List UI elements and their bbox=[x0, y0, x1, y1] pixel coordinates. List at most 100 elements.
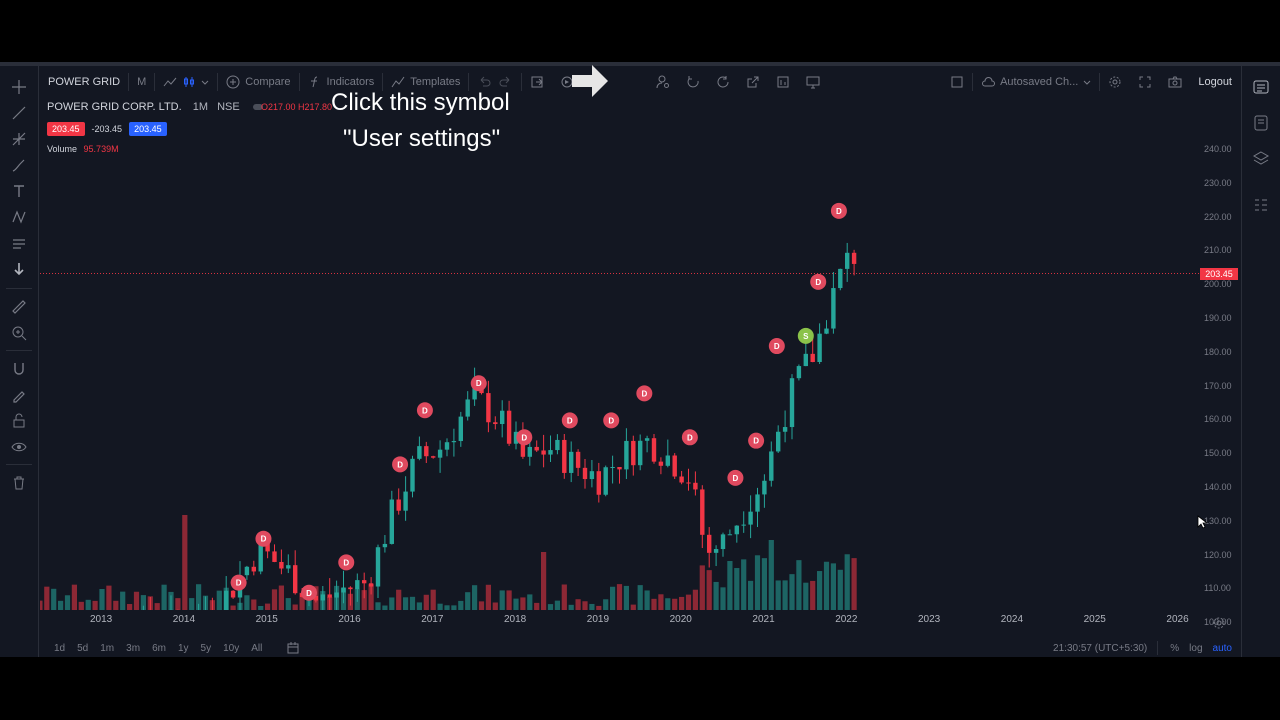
open-new-window-button[interactable] bbox=[738, 66, 768, 98]
price-axis-label: 180.00 bbox=[1204, 346, 1232, 357]
ask-badge[interactable]: 203.45 bbox=[129, 122, 167, 136]
price-axis[interactable]: 240.00 230.00 220.00 210.00 200.00 190.00 180.… bbox=[1200, 98, 1242, 627]
change-value: -203.45 bbox=[91, 124, 123, 134]
refresh-button[interactable] bbox=[708, 66, 738, 98]
time-axis[interactable]: 2013 2014 2015 2016 2017 2018 2019 2020 2021 2022… bbox=[40, 614, 1240, 630]
candle-body bbox=[776, 431, 781, 452]
range-button-6m[interactable]: 6m bbox=[146, 643, 172, 654]
candle-body bbox=[424, 446, 429, 457]
volume-bar bbox=[589, 603, 595, 610]
volume-bar bbox=[837, 569, 843, 610]
volume-bar bbox=[58, 600, 64, 610]
volume-bar bbox=[637, 585, 643, 610]
volume-bar bbox=[51, 588, 57, 610]
alerts-icon[interactable] bbox=[1252, 114, 1270, 132]
range-button-all[interactable]: All bbox=[245, 643, 268, 654]
axis-settings-gear-icon[interactable] bbox=[1212, 616, 1226, 630]
lock-icon[interactable] bbox=[10, 412, 28, 430]
symbol-search-button[interactable]: POWER GRID bbox=[40, 66, 128, 98]
data-window-button[interactable] bbox=[768, 66, 798, 98]
volume-bar bbox=[237, 602, 243, 610]
candle-body bbox=[700, 489, 705, 535]
arrow-down-icon[interactable] bbox=[10, 260, 28, 278]
autosave-label: Autosaved Ch... bbox=[1000, 76, 1079, 88]
dividend-marker-label: D bbox=[397, 460, 403, 469]
auto-toggle[interactable]: auto bbox=[1213, 643, 1232, 654]
range-button-10y[interactable]: 10y bbox=[217, 643, 245, 654]
logout-label: Logout bbox=[1198, 76, 1232, 88]
bid-badge[interactable]: 203.45 bbox=[47, 122, 85, 136]
dividend-marker-label: D bbox=[815, 278, 821, 287]
save-layout-button[interactable]: Autosaved Ch... bbox=[973, 66, 1099, 98]
candle-body bbox=[720, 534, 726, 550]
magnet-icon[interactable] bbox=[10, 360, 28, 378]
price-axis-label: 220.00 bbox=[1204, 211, 1232, 222]
range-button-3m[interactable]: 3m bbox=[120, 643, 146, 654]
log-toggle[interactable]: log bbox=[1189, 643, 1202, 654]
range-button-5d[interactable]: 5d bbox=[71, 643, 94, 654]
volume-bar bbox=[603, 599, 609, 610]
date-range-icon[interactable] bbox=[286, 641, 300, 655]
range-button-1y[interactable]: 1y bbox=[172, 643, 195, 654]
fib-tool-icon[interactable] bbox=[10, 130, 28, 148]
logout-button[interactable]: Logout bbox=[1190, 66, 1240, 98]
candle-body bbox=[658, 461, 664, 466]
chart-style-button[interactable] bbox=[155, 66, 217, 98]
range-button-5y[interactable]: 5y bbox=[195, 643, 218, 654]
trend-line-icon[interactable] bbox=[10, 104, 28, 122]
eye-icon[interactable] bbox=[10, 438, 28, 456]
layers-icon[interactable] bbox=[1252, 150, 1270, 168]
chart-app: POWER GRID M Compare Indicators Template… bbox=[0, 66, 1280, 657]
candle-body bbox=[838, 268, 843, 289]
volume-bar bbox=[692, 589, 698, 610]
price-chart[interactable]: DDDDDDDDDDDDDDDDDDS bbox=[40, 98, 1200, 610]
range-button-1d[interactable]: 1d bbox=[48, 643, 71, 654]
zoom-in-icon[interactable] bbox=[10, 324, 28, 342]
settings-button[interactable] bbox=[1100, 66, 1130, 98]
compare-button[interactable]: Compare bbox=[218, 66, 298, 98]
user-settings-button[interactable] bbox=[648, 66, 678, 98]
fullscreen-button[interactable] bbox=[1130, 66, 1160, 98]
volume-bar bbox=[265, 603, 271, 610]
watchlist-icon[interactable] bbox=[1252, 78, 1270, 96]
volume-bar bbox=[396, 589, 402, 610]
volume-bar bbox=[327, 596, 333, 610]
legend-symbol-name[interactable]: POWER GRID CORP. LTD. bbox=[47, 101, 182, 113]
volume-bar bbox=[437, 603, 443, 610]
dividend-marker-label: D bbox=[567, 416, 573, 425]
camera-icon bbox=[1168, 76, 1182, 88]
interval-button[interactable]: M bbox=[129, 66, 154, 98]
volume-bar bbox=[403, 597, 409, 610]
pattern-tool-icon[interactable] bbox=[10, 208, 28, 226]
ruler-icon[interactable] bbox=[10, 298, 28, 316]
range-button-1m[interactable]: 1m bbox=[94, 643, 120, 654]
gear-icon bbox=[1109, 76, 1121, 88]
candle-body bbox=[582, 467, 588, 480]
screen-button[interactable] bbox=[798, 66, 828, 98]
redo-icon bbox=[499, 76, 510, 87]
trash-icon[interactable] bbox=[10, 474, 28, 492]
plus-circle-icon bbox=[226, 75, 240, 89]
volume-bar bbox=[196, 584, 202, 610]
volume-bar bbox=[182, 515, 188, 610]
reset-button[interactable] bbox=[678, 66, 708, 98]
text-tool-icon[interactable] bbox=[10, 182, 28, 200]
drawing-toolbar bbox=[0, 66, 39, 657]
percent-toggle[interactable]: % bbox=[1170, 643, 1179, 654]
volume-bar bbox=[209, 600, 215, 610]
volume-bar bbox=[665, 598, 671, 610]
volume-bar bbox=[782, 580, 788, 610]
fullscreen-icon bbox=[1139, 76, 1151, 88]
brush-icon[interactable] bbox=[10, 156, 28, 174]
crosshair-icon[interactable] bbox=[10, 78, 28, 96]
line-chart-icon bbox=[163, 77, 177, 87]
object-tree-icon[interactable] bbox=[1252, 196, 1270, 214]
clock[interactable]: 21:30:57 (UTC+5:30) bbox=[1053, 643, 1147, 654]
export-button[interactable] bbox=[522, 66, 552, 98]
lock-pencil-icon[interactable] bbox=[10, 386, 28, 404]
forecast-tool-icon[interactable] bbox=[10, 234, 28, 252]
snapshot-button[interactable] bbox=[1160, 66, 1190, 98]
layout-button[interactable] bbox=[942, 66, 972, 98]
candle-body bbox=[596, 471, 601, 495]
candle-body bbox=[769, 451, 774, 481]
